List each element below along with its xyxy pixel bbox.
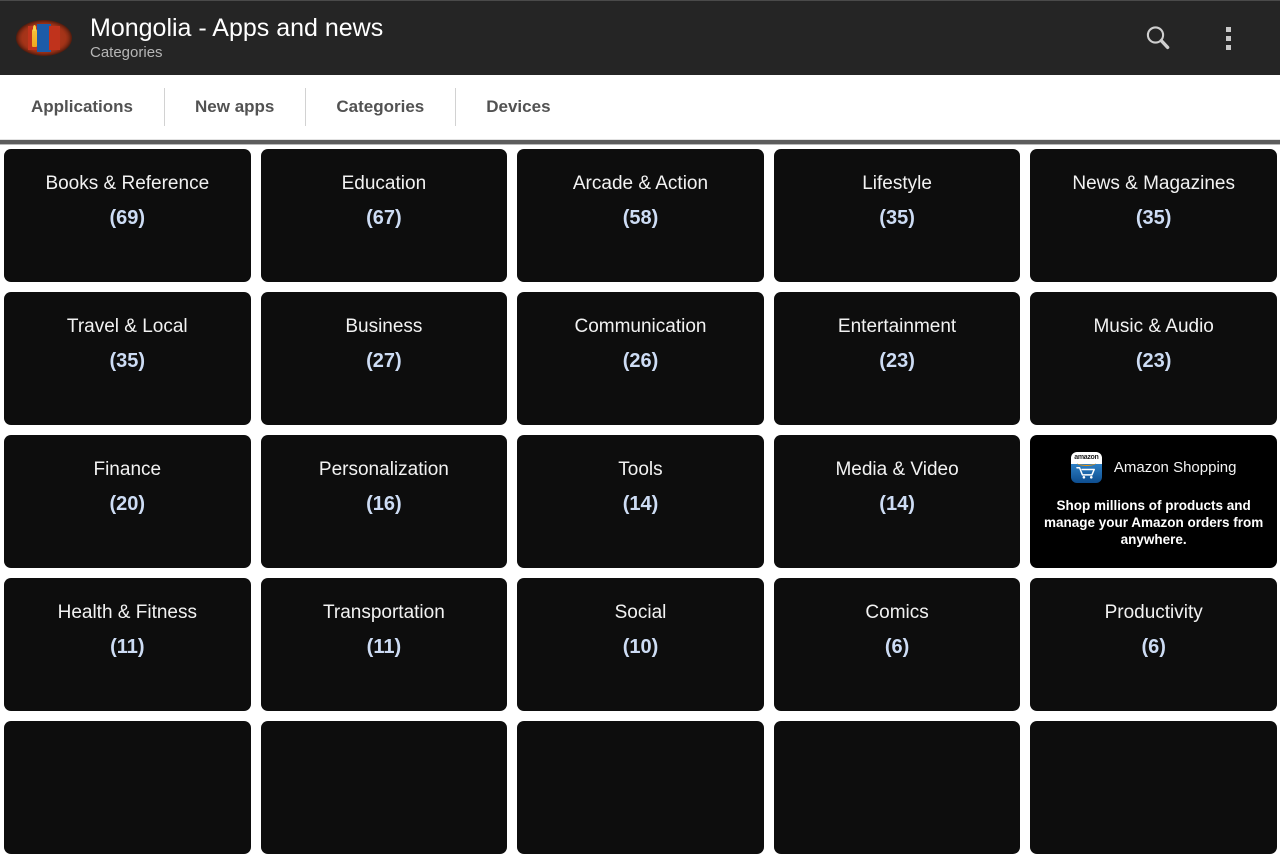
search-button[interactable] [1136, 14, 1180, 62]
overflow-menu-button[interactable] [1206, 14, 1250, 62]
tab-applications[interactable]: Applications [0, 75, 164, 139]
category-tile-count: (6) [884, 636, 910, 658]
category-tile-count: (11) [366, 636, 402, 658]
ad-title: Amazon Shopping [1113, 459, 1237, 476]
category-tile-travel-and-local[interactable]: Travel & Local (35) [4, 292, 251, 425]
category-tile-finance[interactable]: Finance (20) [4, 435, 251, 568]
category-tile-count: (14) [622, 493, 659, 515]
category-tile-name: Tools [618, 459, 663, 480]
category-tile-count: (35) [879, 207, 915, 229]
category-grid-row: Books & Reference (69) Education (67) Arcade… [4, 149, 1277, 282]
category-tile[interactable] [4, 721, 251, 854]
category-tile-name: Transportation [322, 602, 445, 623]
category-tile-news-and-magazines[interactable]: News & Magazines (35) [1030, 149, 1277, 282]
category-tile-count: (16) [366, 493, 402, 515]
category-tile-health-and-fitness[interactable]: Health & Fitness (11) [4, 578, 251, 711]
category-tile-name: News & Magazines [1072, 173, 1235, 194]
category-tile[interactable] [1030, 721, 1277, 854]
tab-bar: Applications New apps Categories Devices [0, 75, 1280, 139]
category-tile-count: (14) [879, 493, 915, 515]
category-tile-name: Health & Fitness [57, 602, 197, 623]
category-tile-name: Entertainment [837, 316, 957, 337]
amazon-shopping-app-icon: amazon [1070, 452, 1102, 483]
page-subtitle: Categories [90, 44, 163, 61]
tab-devices[interactable]: Devices [455, 75, 581, 139]
category-grid: Books & Reference (69) Education (67) Arcade… [0, 145, 1280, 854]
search-icon [1146, 26, 1170, 50]
category-tile-count: (20) [109, 493, 146, 515]
category-tile-music-and-audio[interactable]: Music & Audio (23) [1030, 292, 1277, 425]
category-tile-communication[interactable]: Communication (26) [517, 292, 764, 425]
category-tile-count: (23) [879, 350, 915, 372]
ad-tile-amazon-shopping[interactable]: amazon Amazon Shopping Shop millions of pr… [1030, 435, 1277, 568]
category-tile-name: Media & Video [835, 459, 959, 480]
app-bar-title-area: Mongolia - Apps and news Categories [16, 13, 1136, 63]
category-tile-count: (35) [109, 350, 146, 372]
ad-header: amazon Amazon Shopping [1070, 452, 1237, 483]
category-tile-name: Productivity [1104, 602, 1203, 623]
tab-categories[interactable]: Categories [305, 75, 455, 139]
ad-body-text: Shop millions of products and manage you… [1044, 498, 1264, 547]
category-tile-name: Arcade & Action [572, 173, 709, 194]
category-tile-name: Communication [574, 316, 707, 337]
category-tile-name: Lifestyle [862, 173, 932, 194]
category-tile-count: (67) [366, 207, 402, 229]
category-tile-lifestyle[interactable]: Lifestyle (35) [773, 149, 1021, 282]
shopping-cart-icon [1076, 466, 1095, 479]
category-tile[interactable] [517, 721, 764, 854]
category-grid-row: Health & Fitness (11) Transportation (11) So… [4, 578, 1277, 711]
category-tile-name: Personalization [318, 459, 449, 480]
category-tile-productivity[interactable]: Productivity (6) [1030, 578, 1277, 711]
overflow-menu-icon [1225, 26, 1231, 50]
tab-label: Devices [486, 97, 551, 116]
category-tile-count: (27) [366, 350, 402, 372]
category-tile-education[interactable]: Education (67) [260, 149, 508, 282]
category-grid-row: Travel & Local (35) Business (27) Communicat… [4, 292, 1277, 425]
category-tile-arcade-and-action[interactable]: Arcade & Action (58) [517, 149, 764, 282]
tab-label: New apps [195, 97, 275, 116]
category-tile-name: Comics [865, 602, 929, 623]
category-tile-count: (6) [1141, 636, 1166, 658]
category-tile-name: Finance [93, 459, 162, 480]
category-tile-name: Music & Audio [1093, 316, 1214, 337]
app-bar: Mongolia - Apps and news Categories [0, 0, 1280, 75]
category-tile-count: (58) [622, 207, 659, 229]
category-tile-entertainment[interactable]: Entertainment (23) [773, 292, 1021, 425]
category-tile-personalization[interactable]: Personalization (16) [260, 435, 508, 568]
category-tile-tools[interactable]: Tools (14) [517, 435, 764, 568]
title-block: Mongolia - Apps and news Categories [90, 13, 383, 63]
category-tile-count: (11) [110, 636, 145, 658]
category-tile-name: Books & Reference [45, 173, 210, 194]
category-tile[interactable] [773, 721, 1021, 854]
category-tile-count: (35) [1135, 207, 1172, 229]
tab-new-apps[interactable]: New apps [164, 75, 305, 139]
category-tile-business[interactable]: Business (27) [260, 292, 508, 425]
category-tile-media-and-video[interactable]: Media & Video (14) [773, 435, 1021, 568]
category-tile-comics[interactable]: Comics (6) [773, 578, 1021, 711]
category-grid-row [4, 721, 1277, 854]
category-tile-name: Social [614, 602, 667, 623]
category-tile-name: Travel & Local [66, 316, 188, 337]
category-tile[interactable] [260, 721, 508, 854]
app-bar-actions [1136, 14, 1268, 62]
mongolia-flag-oval-icon [16, 20, 72, 56]
category-tile-count: (23) [1135, 350, 1172, 372]
tab-label: Applications [31, 97, 134, 116]
category-tile-name: Education [341, 173, 427, 194]
category-tile-count: (26) [622, 350, 659, 372]
category-tile-name: Business [345, 316, 423, 337]
category-tile-count: (69) [109, 207, 146, 229]
category-tile-transportation[interactable]: Transportation (11) [260, 578, 508, 711]
tab-label: Categories [336, 97, 425, 116]
page-title: Mongolia - Apps and news [90, 14, 384, 42]
category-tile-count: (10) [622, 636, 659, 658]
category-tile-social[interactable]: Social (10) [517, 578, 764, 711]
category-grid-row: Finance (20) Personalization (16) Tools (14) M… [4, 435, 1277, 568]
category-tile-books-and-reference[interactable]: Books & Reference (69) [4, 149, 251, 282]
